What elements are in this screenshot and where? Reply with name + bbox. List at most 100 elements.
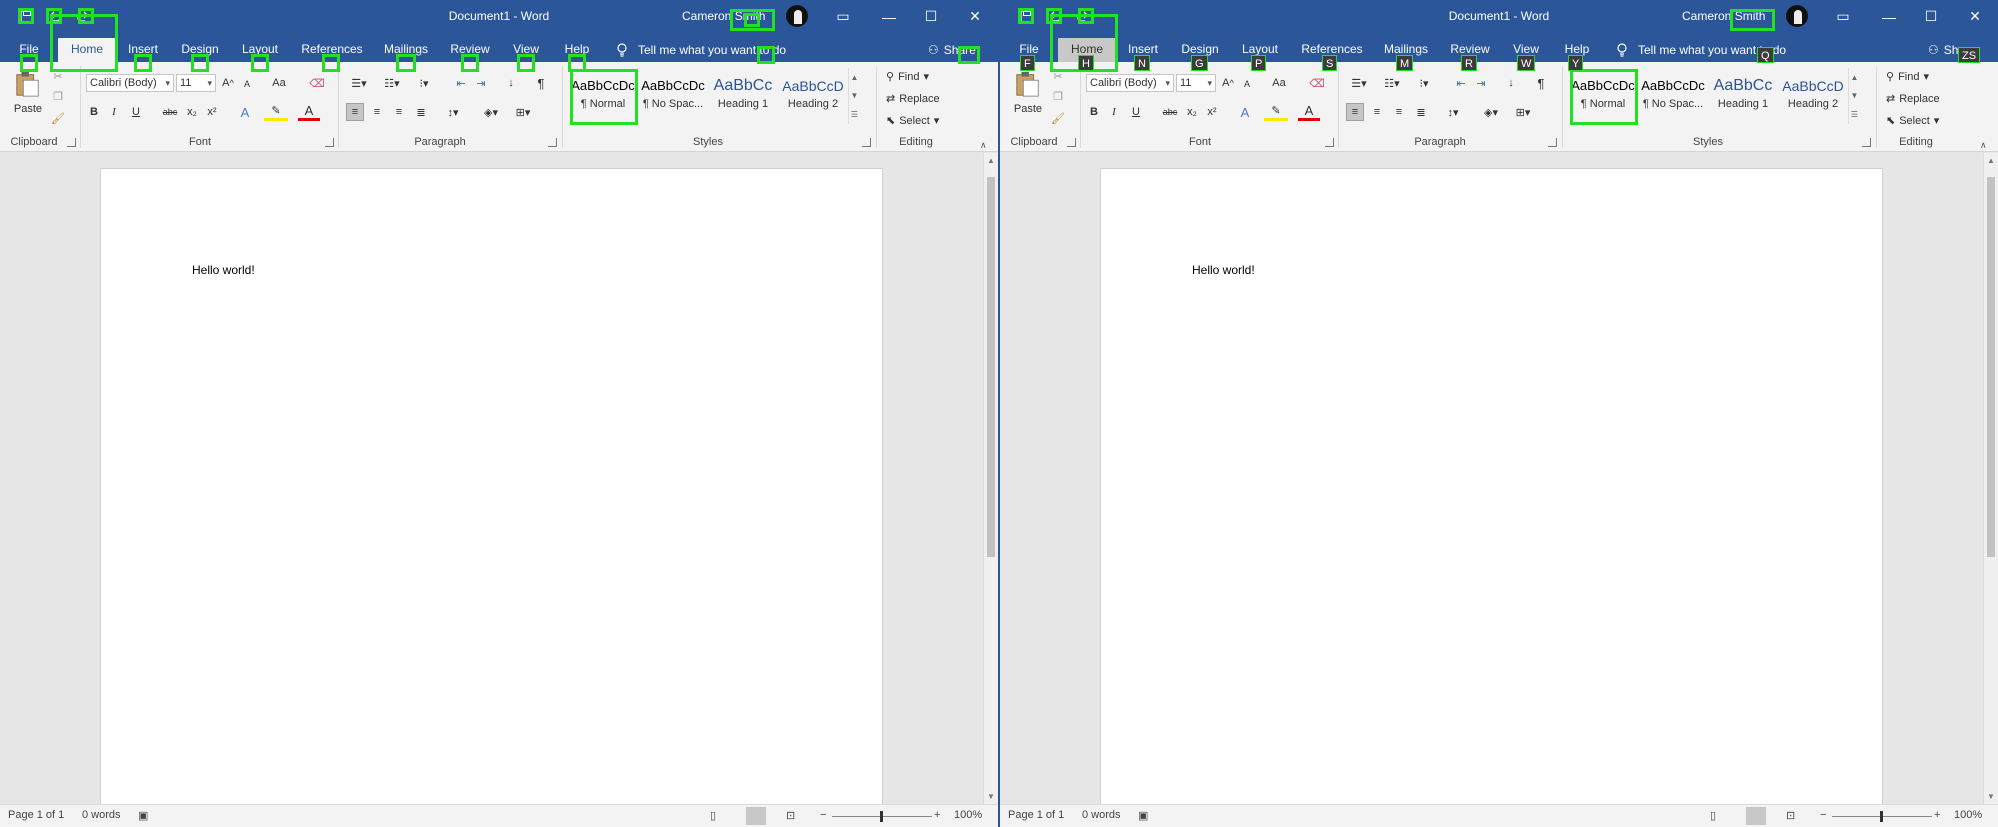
sort-icon[interactable]: ↓	[1502, 74, 1520, 92]
find-button[interactable]: ⚲ Find ▾	[1886, 70, 1929, 84]
document-page[interactable]: Hello world!	[1100, 168, 1883, 808]
italic-button[interactable]: I	[106, 103, 122, 121]
web-layout-icon[interactable]: ⊡	[1786, 809, 1795, 822]
scroll-thumb[interactable]	[987, 177, 995, 557]
font-name-select[interactable]: Calibri (Body)	[1086, 74, 1174, 92]
zoom-out-button[interactable]: −	[820, 809, 826, 821]
text-effects-icon[interactable]: A	[1234, 103, 1256, 121]
styles-scroll[interactable]: ▲ ▼ ☰	[1848, 68, 1860, 124]
numbering-icon[interactable]: ☷▾	[380, 74, 404, 92]
read-mode-icon[interactable]: ▯	[710, 809, 716, 822]
align-center-icon[interactable]: ≡	[1368, 103, 1386, 121]
styles-launcher-icon[interactable]	[1862, 138, 1871, 147]
strikethrough-button[interactable]: abc	[160, 103, 180, 121]
justify-icon[interactable]: ≣	[412, 103, 430, 121]
share-button[interactable]: ⚇ Sh	[1928, 38, 1958, 62]
italic-button[interactable]: I	[1106, 103, 1122, 121]
scroll-down-icon[interactable]: ▼	[987, 792, 995, 801]
print-layout-icon[interactable]	[746, 807, 766, 825]
scroll-up-icon[interactable]: ▲	[987, 156, 995, 165]
subscript-button[interactable]: x₂	[1184, 103, 1200, 121]
chevron-up-icon[interactable]: ▲	[851, 73, 859, 82]
scroll-thumb[interactable]	[1987, 177, 1995, 557]
highlight-icon[interactable]: ✎	[1264, 103, 1288, 121]
paste-label[interactable]: Paste	[1008, 102, 1048, 116]
increase-indent-icon[interactable]: ⇥	[1472, 74, 1490, 92]
zoom-in-button[interactable]: +	[934, 809, 940, 821]
grow-font-icon[interactable]: A ^	[1220, 74, 1236, 92]
align-right-icon[interactable]: ≡	[390, 103, 408, 121]
shading-icon[interactable]: ◈▾	[478, 103, 504, 121]
avatar[interactable]	[1786, 5, 1808, 27]
bold-button[interactable]: B	[86, 103, 102, 121]
paste-icon[interactable]	[1012, 68, 1044, 100]
font-color-icon[interactable]: A	[298, 103, 320, 121]
clipboard-launcher-icon[interactable]	[1067, 138, 1076, 147]
shrink-font-icon[interactable]: A	[1240, 76, 1254, 92]
chevron-down-icon[interactable]: ▼	[851, 91, 859, 100]
proofing-icon[interactable]: ▣	[1138, 809, 1148, 822]
zoom-slider-thumb[interactable]	[880, 811, 883, 822]
word-count[interactable]: 0 words	[82, 809, 121, 821]
align-left-icon[interactable]: ≡	[1346, 103, 1364, 121]
style-no-spacing[interactable]: AaBbCcDc ¶ No Spac...	[640, 70, 706, 120]
paste-icon[interactable]	[12, 68, 44, 100]
show-formatting-button[interactable]: ¶	[1532, 74, 1550, 92]
format-painter-icon[interactable]: 🖌	[1050, 110, 1066, 126]
zoom-in-button[interactable]: +	[1934, 809, 1940, 821]
clipboard-launcher-icon[interactable]	[67, 138, 76, 147]
more-styles-icon[interactable]: ☰	[851, 110, 858, 119]
font-name-select[interactable]: Calibri (Body)	[86, 74, 174, 92]
style-no-spacing[interactable]: AaBbCcDc ¶ No Spac...	[1640, 70, 1706, 120]
chevron-up-icon[interactable]: ▲	[1851, 73, 1859, 82]
sort-icon[interactable]: ↓	[502, 74, 520, 92]
clear-formatting-icon[interactable]: ⌫	[1308, 74, 1326, 92]
styles-launcher-icon[interactable]	[862, 138, 871, 147]
style-heading-2[interactable]: AaBbCcD Heading 2	[1780, 70, 1846, 120]
zoom-level[interactable]: 100%	[1954, 809, 1982, 821]
format-painter-icon[interactable]: 🖌	[50, 110, 66, 126]
change-case-button[interactable]: Aa	[1268, 74, 1290, 92]
bullets-icon[interactable]: ☰▾	[1348, 74, 1370, 92]
more-styles-icon[interactable]: ☰	[1851, 110, 1858, 119]
word-count[interactable]: 0 words	[1082, 809, 1121, 821]
numbering-icon[interactable]: ☷▾	[1380, 74, 1404, 92]
align-center-icon[interactable]: ≡	[368, 103, 386, 121]
decrease-indent-icon[interactable]: ⇤	[1452, 74, 1470, 92]
collapse-ribbon-icon[interactable]: ∧	[1980, 140, 1987, 151]
zoom-slider-thumb[interactable]	[1880, 811, 1883, 822]
font-size-select[interactable]: 11	[1176, 74, 1216, 92]
borders-icon[interactable]: ⊞▾	[1510, 103, 1536, 121]
font-launcher-icon[interactable]	[1325, 138, 1334, 147]
shrink-font-icon[interactable]: A	[240, 76, 254, 92]
select-button[interactable]: ⬉ Select ▾	[886, 114, 939, 128]
maximize-icon[interactable]: ☐	[908, 0, 954, 33]
grow-font-icon[interactable]: A ^	[220, 74, 236, 92]
font-color-icon[interactable]: A	[1298, 103, 1320, 121]
bullets-icon[interactable]: ☰▾	[348, 74, 370, 92]
ribbon-display-icon[interactable]: ▭	[1820, 0, 1866, 33]
scroll-down-icon[interactable]: ▼	[1987, 792, 1995, 801]
zoom-level[interactable]: 100%	[954, 809, 982, 821]
increase-indent-icon[interactable]: ⇥	[472, 74, 490, 92]
find-button[interactable]: ⚲ Find ▾	[886, 70, 929, 84]
document-text[interactable]: Hello world!	[1192, 263, 1255, 277]
text-effects-icon[interactable]: A	[234, 103, 256, 121]
proofing-icon[interactable]: ▣	[138, 809, 148, 822]
multilevel-list-icon[interactable]: ⁝▾	[412, 74, 436, 92]
align-right-icon[interactable]: ≡	[1390, 103, 1408, 121]
decrease-indent-icon[interactable]: ⇤	[452, 74, 470, 92]
page-count[interactable]: Page 1 of 1	[1008, 809, 1064, 821]
strikethrough-button[interactable]: abc	[1160, 103, 1180, 121]
bold-button[interactable]: B	[1086, 103, 1102, 121]
shading-icon[interactable]: ◈▾	[1478, 103, 1504, 121]
font-size-select[interactable]: 11	[176, 74, 216, 92]
style-heading-1[interactable]: AaBbCc Heading 1	[710, 70, 776, 120]
underline-button[interactable]: U	[1128, 103, 1144, 121]
minimize-icon[interactable]: —	[866, 0, 912, 33]
replace-button[interactable]: ⇄ Replace	[886, 92, 940, 106]
paragraph-launcher-icon[interactable]	[548, 138, 557, 147]
superscript-button[interactable]: x²	[1204, 103, 1220, 121]
document-text[interactable]: Hello world!	[192, 263, 255, 277]
collapse-ribbon-icon[interactable]: ∧	[980, 140, 987, 151]
